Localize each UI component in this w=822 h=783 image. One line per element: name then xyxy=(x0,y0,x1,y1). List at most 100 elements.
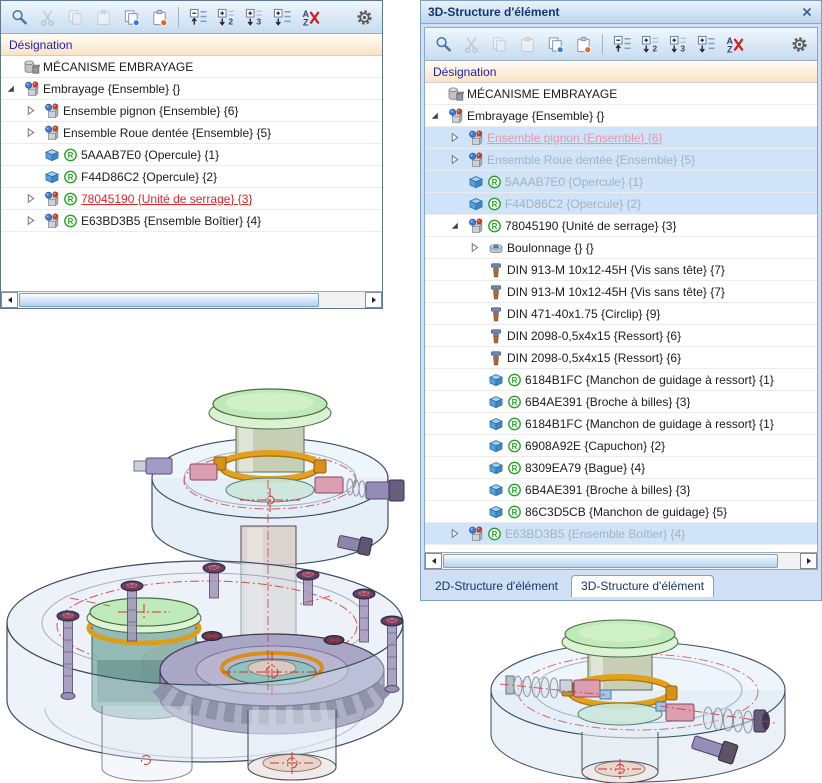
reference-badge-icon xyxy=(507,438,522,453)
column-header[interactable]: Désignation xyxy=(425,61,817,83)
column-header[interactable]: Désignation xyxy=(1,34,382,56)
tree-item[interactable]: 5AAAB7E0 {Opercule} {1} xyxy=(1,144,382,166)
part-icon xyxy=(488,460,504,476)
panel-title: 3D-Structure d'élément xyxy=(428,5,560,19)
tree-item[interactable]: Embrayage {Ensemble} {} xyxy=(425,105,817,127)
remove-sort-button[interactable] xyxy=(722,32,746,56)
expander-slot xyxy=(469,352,484,363)
tree-item[interactable]: E63BD3B5 {Ensemble Boîtier} {4} xyxy=(1,210,382,232)
tree-item[interactable]: MÉCANISME EMBRAYAGE xyxy=(425,83,817,105)
tree-item[interactable]: Ensemble Roue dentée {Ensemble} {5} xyxy=(425,149,817,171)
copy-with-reference-button[interactable] xyxy=(119,5,143,29)
scroll-right-button[interactable] xyxy=(365,292,382,308)
collapse-tree-icon xyxy=(613,35,632,54)
tree-item-label: 78045190 {Unité de serrage} {3} xyxy=(505,219,676,233)
horizontal-scrollbar xyxy=(1,291,382,308)
expand-level-2-button[interactable] xyxy=(214,5,238,29)
expand-expander-icon[interactable] xyxy=(25,215,40,226)
expander-slot xyxy=(25,171,40,182)
tree-item[interactable]: F44D86C2 {Opercule} {2} xyxy=(425,193,817,215)
collapse-tree-button[interactable] xyxy=(186,5,210,29)
tree-item[interactable]: DIN 913-M 10x12-45H {Vis sans tête} {7} xyxy=(425,281,817,303)
expand-level-2-button[interactable] xyxy=(638,32,662,56)
tree-item[interactable]: DIN 913-M 10x12-45H {Vis sans tête} {7} xyxy=(425,259,817,281)
tree-item[interactable]: 6B4AE391 {Broche à billes} {3} xyxy=(425,479,817,501)
reference-badge-icon xyxy=(507,394,522,409)
tab-2d-structure[interactable]: 2D-Structure d'élément xyxy=(426,576,567,597)
expand-level-3-button[interactable] xyxy=(242,5,266,29)
tree-item[interactable]: 8309EA79 {Bague} {4} xyxy=(425,457,817,479)
structure-tree: MÉCANISME EMBRAYAGEEmbrayage {Ensemble} … xyxy=(425,83,817,552)
tree-item-label: Embrayage {Ensemble} {} xyxy=(43,82,180,96)
arrow-right-icon xyxy=(370,296,378,304)
expand-expander-icon[interactable] xyxy=(25,127,40,138)
tree-item[interactable]: E63BD3B5 {Ensemble Boîtier} {4} xyxy=(425,523,817,545)
panel-titlebar[interactable]: 3D-Structure d'élément xyxy=(421,1,821,24)
scrollbar-track[interactable] xyxy=(442,553,800,569)
collapse-expander-icon[interactable] xyxy=(5,83,20,94)
tree-item[interactable]: F44D86C2 {Opercule} {2} xyxy=(1,166,382,188)
expand-expander-icon[interactable] xyxy=(449,132,464,143)
expand-expander-icon[interactable] xyxy=(469,242,484,253)
remove-sort-icon xyxy=(301,8,320,27)
scroll-right-button[interactable] xyxy=(800,553,817,569)
settings-button[interactable] xyxy=(352,5,376,29)
remove-sort-button[interactable] xyxy=(298,5,322,29)
tree-item[interactable]: Ensemble pignon {Ensemble} {6} xyxy=(425,127,817,149)
scroll-left-button[interactable] xyxy=(1,292,18,308)
paste-with-reference-button[interactable] xyxy=(147,5,171,29)
expand-expander-icon[interactable] xyxy=(449,154,464,165)
tree-item[interactable]: DIN 2098-0,5x4x15 {Ressort} {6} xyxy=(425,347,817,369)
tree-item-label: DIN 913-M 10x12-45H {Vis sans tête} {7} xyxy=(507,263,725,277)
copy-icon xyxy=(66,8,85,27)
3d-viewport-clamping-unit[interactable] xyxy=(470,598,822,783)
tree-item[interactable]: DIN 471-40x1.75 {Circlip} {9} xyxy=(425,303,817,325)
tree-item[interactable]: Ensemble Roue dentée {Ensemble} {5} xyxy=(1,122,382,144)
tree-item[interactable]: Boulonnage {} {} xyxy=(425,237,817,259)
expand-level-3-button[interactable] xyxy=(666,32,690,56)
collapse-expander-icon[interactable] xyxy=(429,110,444,121)
expand-all-button[interactable] xyxy=(694,32,718,56)
close-icon[interactable] xyxy=(800,5,814,19)
tree-item[interactable]: Ensemble pignon {Ensemble} {6} xyxy=(1,100,382,122)
search-button[interactable] xyxy=(7,5,31,29)
horizontal-scrollbar xyxy=(425,552,817,569)
expand-all-button[interactable] xyxy=(270,5,294,29)
tree-item[interactable]: DIN 2098-0,5x4x15 {Ressort} {6} xyxy=(425,325,817,347)
part-icon xyxy=(488,416,504,432)
copy-with-reference-button[interactable] xyxy=(543,32,567,56)
scrollbar-thumb[interactable] xyxy=(19,293,319,307)
tree-item[interactable]: 6184B1FC {Manchon de guidage à ressort} … xyxy=(425,413,817,435)
tree-item[interactable]: Embrayage {Ensemble} {} xyxy=(1,78,382,100)
tree-item[interactable]: 86C3D5CB {Manchon de guidage} {5} xyxy=(425,501,817,523)
tree-item[interactable]: 6184B1FC {Manchon de guidage à ressort} … xyxy=(425,369,817,391)
tree-item-label: 86C3D5CB {Manchon de guidage} {5} xyxy=(525,505,727,519)
tree-item[interactable]: 6908A92E {Capuchon} {2} xyxy=(425,435,817,457)
expand-expander-icon[interactable] xyxy=(25,193,40,204)
settings-button[interactable] xyxy=(787,32,811,56)
collapse-expander-icon[interactable] xyxy=(449,220,464,231)
expander-slot xyxy=(469,396,484,407)
tab-3d-structure[interactable]: 3D-Structure d'élément xyxy=(571,575,714,597)
expander-slot xyxy=(469,374,484,385)
toolbar-separator xyxy=(602,34,603,54)
product-icon xyxy=(24,59,40,75)
expand-expander-icon[interactable] xyxy=(449,528,464,539)
tree-item[interactable]: 6B4AE391 {Broche à billes} {3} xyxy=(425,391,817,413)
scrollbar-track[interactable] xyxy=(18,292,365,308)
tree-item[interactable]: 78045190 {Unité de serrage} {3} xyxy=(1,188,382,210)
scrollbar-thumb[interactable] xyxy=(443,554,778,568)
tree-item[interactable]: 5AAAB7E0 {Opercule} {1} xyxy=(425,171,817,193)
screw-icon xyxy=(488,262,504,278)
collapse-tree-button[interactable] xyxy=(610,32,634,56)
expand-expander-icon[interactable] xyxy=(25,105,40,116)
3d-viewport-clutch-assembly[interactable] xyxy=(0,360,430,783)
tree-item[interactable]: MÉCANISME EMBRAYAGE xyxy=(1,56,382,78)
search-button[interactable] xyxy=(431,32,455,56)
tree-item-label: E63BD3B5 {Ensemble Boîtier} {4} xyxy=(81,214,261,228)
assembly-icon xyxy=(468,218,484,234)
paste-with-reference-button[interactable] xyxy=(571,32,595,56)
arrow-left-icon xyxy=(6,296,14,304)
structure-2d-panel: Désignation MÉCANISME EMBRAYAGE Embrayage… xyxy=(0,0,383,309)
tree-item[interactable]: 78045190 {Unité de serrage} {3} xyxy=(425,215,817,237)
